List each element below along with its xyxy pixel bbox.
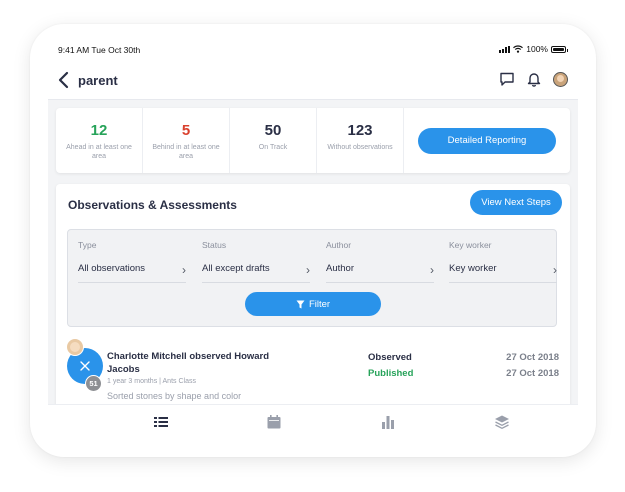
chevron-right-icon: › xyxy=(182,263,186,277)
filter-author-label: Author xyxy=(326,240,352,250)
wifi-icon xyxy=(513,45,524,53)
report-button-wrap: Detailed Reporting xyxy=(404,108,570,173)
app-header: parent xyxy=(48,60,578,100)
chevron-right-icon: › xyxy=(430,263,434,277)
bar-chart-icon[interactable] xyxy=(380,414,396,430)
stat-ahead-value: 12 xyxy=(90,122,108,139)
stat-on-track[interactable]: 50 On Track xyxy=(230,108,317,173)
stat-ahead[interactable]: 12 Ahead in at least one area xyxy=(56,108,143,173)
status-published: Published xyxy=(368,368,414,379)
list-item[interactable]: 51 Charlotte Mitchell observed Howard Ja… xyxy=(66,338,559,401)
stat-behind-label: Behind in at least one area xyxy=(152,144,220,160)
filter-status-value: All except drafts xyxy=(202,263,270,274)
view-next-steps-button[interactable]: View Next Steps xyxy=(470,190,562,215)
chat-icon[interactable] xyxy=(499,71,515,87)
stats-card: 12 Ahead in at least one area 5 Behind i… xyxy=(56,108,570,173)
app-screen: 9:41 AM Tue Oct 30th 100% parent 12 Ahea… xyxy=(48,38,578,438)
published-date: 27 Oct 2018 xyxy=(506,368,559,379)
stat-on-track-value: 50 xyxy=(264,122,282,139)
filter-status-label: Status xyxy=(202,240,227,250)
filter-button[interactable]: Filter xyxy=(245,292,381,316)
detailed-reporting-button[interactable]: Detailed Reporting xyxy=(418,127,556,154)
observation-headline: Charlotte Mitchell observed Howard Jacob… xyxy=(107,351,270,375)
stat-behind[interactable]: 5 Behind in at least one area xyxy=(143,108,230,173)
stat-behind-value: 5 xyxy=(181,122,191,139)
tablet-frame: 9:41 AM Tue Oct 30th 100% parent 12 Ahea… xyxy=(30,24,596,457)
observations-card: Observations & Assessments View Next Ste… xyxy=(56,184,570,438)
observed-date: 27 Oct 2018 xyxy=(506,352,559,363)
observation-description: Sorted stones by shape and color xyxy=(107,391,242,401)
list-icon[interactable] xyxy=(153,414,169,430)
observation-count-badge: 51 xyxy=(85,375,102,392)
filter-status: Status All except drafts › xyxy=(202,240,310,283)
chevron-right-icon: › xyxy=(306,263,310,277)
filter-author: Author Author › xyxy=(326,240,434,283)
chevron-right-icon: › xyxy=(553,263,557,277)
avatar[interactable] xyxy=(553,71,568,87)
filter-key-worker-value: Key worker xyxy=(449,263,497,274)
tab-bar xyxy=(48,404,578,438)
page-title: parent xyxy=(78,73,118,88)
layers-icon[interactable] xyxy=(494,414,510,430)
observation-dates: 27 Oct 2018 27 Oct 2018 xyxy=(506,350,559,382)
filter-panel: Type All observations › Status All excep… xyxy=(67,229,557,327)
header-actions xyxy=(499,71,568,87)
filter-author-select[interactable]: Author › xyxy=(326,259,434,283)
observation-icon xyxy=(80,361,90,371)
funnel-icon xyxy=(296,300,305,308)
filter-button-label: Filter xyxy=(308,298,331,310)
battery-icon xyxy=(551,45,568,53)
observations-title: Observations & Assessments xyxy=(68,198,237,212)
stat-without-observations-label: Without observations xyxy=(327,144,393,151)
stat-on-track-label: On Track xyxy=(258,144,288,151)
author-avatar xyxy=(66,338,84,356)
signal-icon xyxy=(499,45,511,53)
bell-icon[interactable] xyxy=(526,71,542,87)
filter-author-value: Author xyxy=(326,263,354,274)
filter-type-value: All observations xyxy=(78,263,146,274)
observation-status: Observed Published xyxy=(368,350,413,382)
observation-meta: 1 year 3 months | Ants Class xyxy=(107,378,196,385)
status-time: 9:41 AM Tue Oct 30th xyxy=(58,45,141,55)
calendar-icon[interactable] xyxy=(266,414,282,430)
status-bar: 9:41 AM Tue Oct 30th 100% xyxy=(48,38,578,60)
status-indicators: 100% xyxy=(499,44,568,54)
filter-status-select[interactable]: All except drafts › xyxy=(202,259,310,283)
filter-key-worker-label: Key worker xyxy=(449,240,492,250)
filter-type: Type All observations › xyxy=(78,240,186,283)
filter-key-worker-select[interactable]: Key worker › xyxy=(449,259,557,283)
back-chevron-icon[interactable] xyxy=(56,70,72,90)
stat-without-observations-value: 123 xyxy=(347,122,373,139)
battery-percent: 100% xyxy=(526,44,548,54)
stat-ahead-label: Ahead in at least one area xyxy=(66,144,132,160)
filter-type-select[interactable]: All observations › xyxy=(78,259,186,283)
stat-without-observations[interactable]: 123 Without observations xyxy=(317,108,404,173)
filter-type-label: Type xyxy=(78,240,97,250)
status-observed: Observed xyxy=(368,352,412,363)
filter-key-worker: Key worker Key worker › xyxy=(449,240,557,283)
